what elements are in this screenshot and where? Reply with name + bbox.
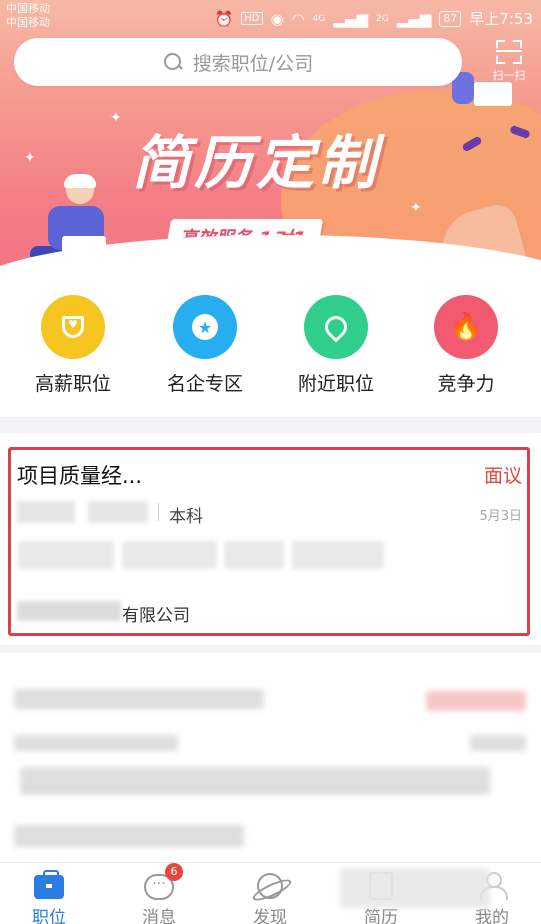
redacted-tag bbox=[292, 541, 384, 569]
signal-icon: ▂▄▆ bbox=[333, 9, 368, 28]
network-4g-label: 4G bbox=[312, 13, 326, 24]
illustration-leg bbox=[509, 124, 531, 140]
status-icons: ⏰ HD ◉ ◠ 4G ▂▄▆ 2G ▂▄▆ 87 早上7:53 bbox=[215, 8, 533, 29]
location-icon bbox=[304, 295, 368, 359]
redacted-tag bbox=[18, 541, 114, 569]
quick-entry-label: 竞争力 bbox=[437, 373, 495, 395]
redacted-salary bbox=[426, 691, 526, 711]
sparkle-icon: ✦ bbox=[24, 150, 36, 166]
fire-icon: 🔥 bbox=[434, 295, 498, 359]
scan-label: 扫一扫 bbox=[492, 69, 526, 82]
eye-icon: ◉ bbox=[270, 9, 284, 28]
search-input[interactable]: 搜索职位/公司 bbox=[14, 38, 462, 86]
meta-divider bbox=[158, 503, 159, 521]
tab-label: 发现 bbox=[253, 908, 287, 924]
wifi-icon: ◠ bbox=[291, 9, 305, 28]
redacted-tag bbox=[122, 541, 217, 569]
job-company: 有限公司 bbox=[122, 606, 190, 626]
carrier-1: 中国移动 bbox=[6, 2, 50, 15]
tab-jobs[interactable]: 职位 bbox=[19, 869, 79, 924]
tab-discover[interactable]: 发现 bbox=[240, 869, 300, 924]
briefcase-icon bbox=[34, 870, 64, 899]
quick-entry-nearby[interactable]: 附近职位 bbox=[286, 295, 386, 396]
alarm-icon: ⏰ bbox=[214, 9, 234, 28]
redacted-location bbox=[17, 501, 75, 523]
quick-entry-label: 高薪职位 bbox=[34, 373, 111, 395]
quick-entry-top-companies[interactable]: ★ 名企专区 bbox=[155, 295, 255, 396]
redacted-company bbox=[17, 601, 121, 621]
illustration-person-hair bbox=[64, 174, 96, 188]
tab-label: 职位 bbox=[32, 908, 66, 924]
quick-entry-competitiveness[interactable]: 🔥 竞争力 bbox=[416, 295, 516, 396]
badge-icon: ★ bbox=[173, 295, 237, 359]
unread-badge: 6 bbox=[165, 863, 183, 881]
network-2g-label: 2G bbox=[376, 13, 389, 24]
job-date: 5月3日 bbox=[479, 509, 522, 524]
scan-button[interactable]: 扫一扫 bbox=[484, 40, 534, 86]
signal-icon: ▂▄▆ bbox=[396, 9, 432, 28]
hd-icon: HD bbox=[241, 12, 263, 25]
quick-entry-label: 附近职位 bbox=[297, 373, 374, 395]
redacted-date bbox=[470, 735, 526, 751]
banner-subtitle-text: 高效服务 bbox=[179, 228, 256, 249]
trophy-icon bbox=[41, 295, 105, 359]
redacted-overlay bbox=[340, 868, 490, 908]
quick-entry-label: 名企专区 bbox=[166, 373, 243, 395]
redacted-experience bbox=[88, 501, 148, 523]
job-title: 项目质量经... bbox=[17, 464, 143, 488]
redacted-tags bbox=[20, 767, 490, 795]
scan-icon bbox=[496, 40, 522, 64]
quick-entry-high-salary[interactable]: 高薪职位 bbox=[23, 295, 123, 396]
banner-subtitle-highlight: 1对1 bbox=[255, 226, 308, 251]
search-icon bbox=[163, 52, 183, 72]
redacted-meta bbox=[14, 735, 178, 751]
planet-icon bbox=[257, 873, 283, 899]
carrier-info: 中国移动 中国移动 bbox=[6, 2, 50, 30]
illustration-leg bbox=[461, 135, 483, 153]
battery-icon: 87 bbox=[439, 10, 462, 27]
job-education: 本科 bbox=[169, 507, 203, 527]
carrier-2: 中国移动 bbox=[6, 16, 50, 29]
tab-messages[interactable]: ··· 6 消息 bbox=[129, 863, 189, 924]
redacted-company bbox=[14, 825, 244, 847]
clock: 早上7:53 bbox=[469, 10, 533, 28]
sparkle-icon: ✦ bbox=[410, 200, 422, 216]
illustration-person-legs bbox=[30, 246, 150, 262]
redacted-tag bbox=[224, 541, 284, 569]
job-salary: 面议 bbox=[483, 465, 522, 487]
banner-title: 简历定制 bbox=[132, 129, 381, 197]
illustration-hand bbox=[433, 200, 527, 280]
redacted-title bbox=[14, 689, 264, 709]
sparkle-icon: ✦ bbox=[110, 110, 122, 126]
tab-label: 消息 bbox=[142, 908, 176, 924]
search-placeholder: 搜索职位/公司 bbox=[192, 52, 314, 75]
illustration-laptop bbox=[62, 236, 106, 262]
status-bar: 中国移动 中国移动 ⏰ HD ◉ ◠ 4G ▂▄▆ 2G ▂▄▆ 87 早上7:… bbox=[0, 0, 541, 36]
quick-entry-bar: 高薪职位 ★ 名企专区 附近职位 🔥 竞争力 bbox=[0, 285, 541, 417]
job-card[interactable] bbox=[0, 653, 541, 863]
banner-subtitle: 高效服务 1对1 bbox=[164, 219, 324, 255]
